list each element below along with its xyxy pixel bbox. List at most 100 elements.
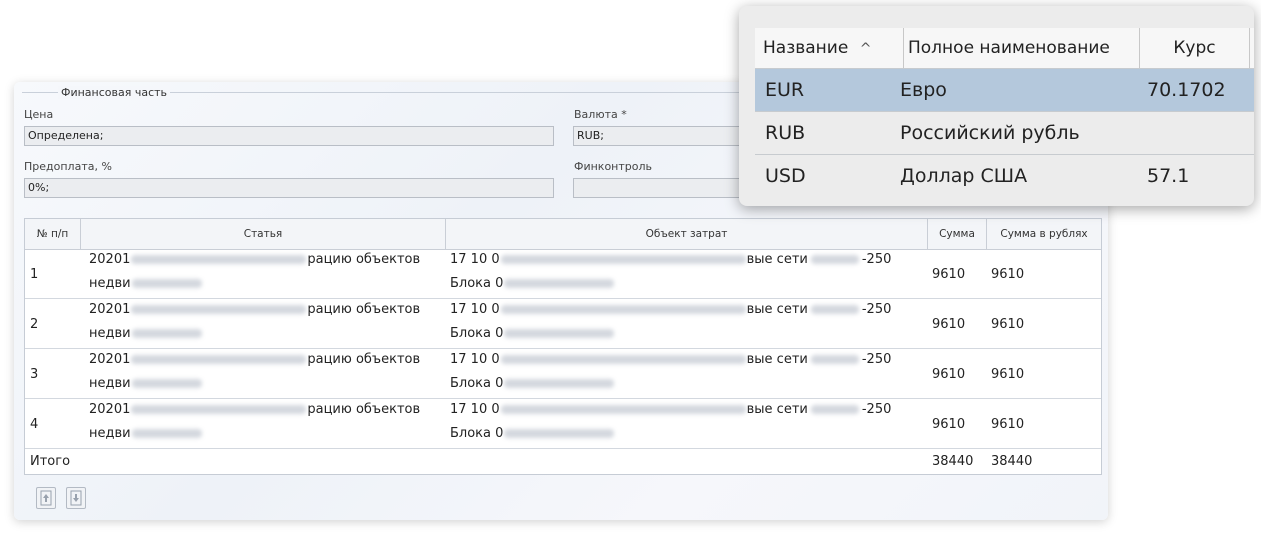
row-sum: 9610 xyxy=(932,367,966,382)
redacted-text xyxy=(810,255,859,264)
cost-object-line2: Блока 0 xyxy=(450,326,615,341)
cost-object-code: 17 10 0 xyxy=(450,302,500,317)
cost-object-text: вые сети xyxy=(746,402,808,417)
total-row: Итого 38440 38440 xyxy=(25,449,1101,474)
article-text-cont: недви xyxy=(89,376,131,391)
row-sum-rub: 9610 xyxy=(991,317,1025,332)
article-text: рацию объектов xyxy=(307,252,421,267)
currency-column-fullname[interactable]: Полное наименование xyxy=(904,28,1140,68)
cost-object-text: вые сети xyxy=(746,352,808,367)
column-header-sum[interactable]: Сумма xyxy=(928,219,987,249)
redacted-text xyxy=(131,429,202,438)
cost-object-text: вые сети xyxy=(746,302,808,317)
table-header: № п/п Статья Объект затрат Сумма Сумма в… xyxy=(25,219,1101,250)
article-text-cont: недви xyxy=(89,276,131,291)
move-down-button[interactable] xyxy=(66,487,86,509)
total-label: Итого xyxy=(30,454,71,469)
redacted-text xyxy=(131,355,307,364)
column-header-sum-rub[interactable]: Сумма в рублях xyxy=(987,219,1101,249)
row-number: 1 xyxy=(30,267,39,282)
row-sum: 9610 xyxy=(932,267,966,282)
move-up-button[interactable] xyxy=(36,487,56,509)
table-row[interactable]: 4 20201 рацию объектов недви 17 10 0 вые сети… xyxy=(25,399,1101,449)
cost-object-line1: 17 10 0 вые сети -250 xyxy=(450,402,891,417)
row-number: 3 xyxy=(30,367,39,382)
cost-object-block: Блока 0 xyxy=(450,326,504,341)
section-title: Финансовая часть xyxy=(58,86,171,99)
cost-object-block: Блока 0 xyxy=(450,426,504,441)
redacted-text xyxy=(131,305,307,314)
row-sum: 9610 xyxy=(932,417,966,432)
currency-dropdown-popup: Название ^ Полное наименование Курс EUR Е… xyxy=(739,6,1254,206)
redacted-text xyxy=(500,405,746,414)
currency-rate: 70.1702 xyxy=(1147,79,1226,101)
redacted-text xyxy=(810,355,859,364)
article-code: 20201 xyxy=(89,252,131,267)
total-sum: 38440 xyxy=(932,454,974,469)
article-text-cont: недви xyxy=(89,426,131,441)
currency-column-code[interactable]: Название ^ xyxy=(763,28,904,68)
article-text-line1: 20201 рацию объектов xyxy=(89,252,420,267)
cost-object-line2: Блока 0 xyxy=(450,376,615,391)
cost-object-code: 17 10 0 xyxy=(450,352,500,367)
currency-field[interactable]: RUB; xyxy=(573,126,743,146)
fincontrol-label: Финконтроль xyxy=(574,160,653,173)
article-text-line2: недви xyxy=(89,326,202,341)
currency-rate: 57.1 xyxy=(1147,165,1190,187)
price-label: Цена xyxy=(24,108,54,121)
redacted-text xyxy=(131,279,202,288)
column-header-cost-object[interactable]: Объект затрат xyxy=(446,219,928,249)
cost-object-line2: Блока 0 xyxy=(450,426,615,441)
prepayment-label: Предоплата, % xyxy=(24,160,112,173)
table-row[interactable]: 2 20201 рацию объектов недви 17 10 0 вые сети… xyxy=(25,299,1101,349)
column-header-article[interactable]: Статья xyxy=(81,219,446,249)
currency-column-rate[interactable]: Курс xyxy=(1140,28,1250,68)
article-text-line2: недви xyxy=(89,376,202,391)
price-field[interactable]: Определена; xyxy=(24,126,554,146)
redacted-text xyxy=(131,405,307,414)
expenses-table: № п/п Статья Объект затрат Сумма Сумма в… xyxy=(24,218,1102,475)
row-sum-rub: 9610 xyxy=(991,267,1025,282)
row-number: 2 xyxy=(30,317,39,332)
column-header-number[interactable]: № п/п xyxy=(25,219,81,249)
cost-object-block: Блока 0 xyxy=(450,376,504,391)
arrow-down-icon xyxy=(70,490,82,506)
table-row[interactable]: 1 20201 рацию объектов недви 17 10 0 вые сети… xyxy=(25,249,1101,299)
redacted-text xyxy=(504,329,615,338)
cost-object-block: Блока 0 xyxy=(450,276,504,291)
cost-object-line2: Блока 0 xyxy=(450,276,615,291)
currency-code: EUR xyxy=(765,79,805,101)
redacted-text xyxy=(131,379,202,388)
currency-code: RUB xyxy=(765,122,806,144)
cost-object-line1: 17 10 0 вые сети -250 xyxy=(450,352,891,367)
article-text: рацию объектов xyxy=(307,352,421,367)
cost-object-suffix: -250 xyxy=(861,302,892,317)
article-text-line1: 20201 рацию объектов xyxy=(89,302,420,317)
cost-object-code: 17 10 0 xyxy=(450,252,500,267)
article-code: 20201 xyxy=(89,402,131,417)
currency-code: USD xyxy=(765,165,806,187)
currency-column-code-label: Название xyxy=(763,38,849,58)
article-text-line2: недви xyxy=(89,426,202,441)
cost-object-code: 17 10 0 xyxy=(450,402,500,417)
row-sum-rub: 9610 xyxy=(991,367,1025,382)
redacted-text xyxy=(500,255,746,264)
total-sum-rub: 38440 xyxy=(991,454,1033,469)
prepayment-field[interactable]: 0%; xyxy=(24,178,554,198)
table-row[interactable]: 3 20201 рацию объектов недви 17 10 0 вые сети… xyxy=(25,349,1101,399)
currency-option-rub[interactable]: RUB Российский рубль xyxy=(755,111,1254,154)
redacted-text xyxy=(810,305,859,314)
fincontrol-field[interactable] xyxy=(573,178,743,198)
currency-full-name: Евро xyxy=(900,79,947,101)
currency-option-eur[interactable]: EUR Евро 70.1702 xyxy=(755,68,1254,111)
currency-option-usd[interactable]: USD Доллар США 57.1 xyxy=(755,154,1254,197)
cost-object-line1: 17 10 0 вые сети -250 xyxy=(450,252,891,267)
row-number: 4 xyxy=(30,417,39,432)
article-text: рацию объектов xyxy=(307,302,421,317)
redacted-text xyxy=(504,429,615,438)
redacted-text xyxy=(504,379,615,388)
redacted-text xyxy=(131,329,202,338)
article-text-line1: 20201 рацию объектов xyxy=(89,352,420,367)
redacted-text xyxy=(500,305,746,314)
cost-object-suffix: -250 xyxy=(861,252,892,267)
